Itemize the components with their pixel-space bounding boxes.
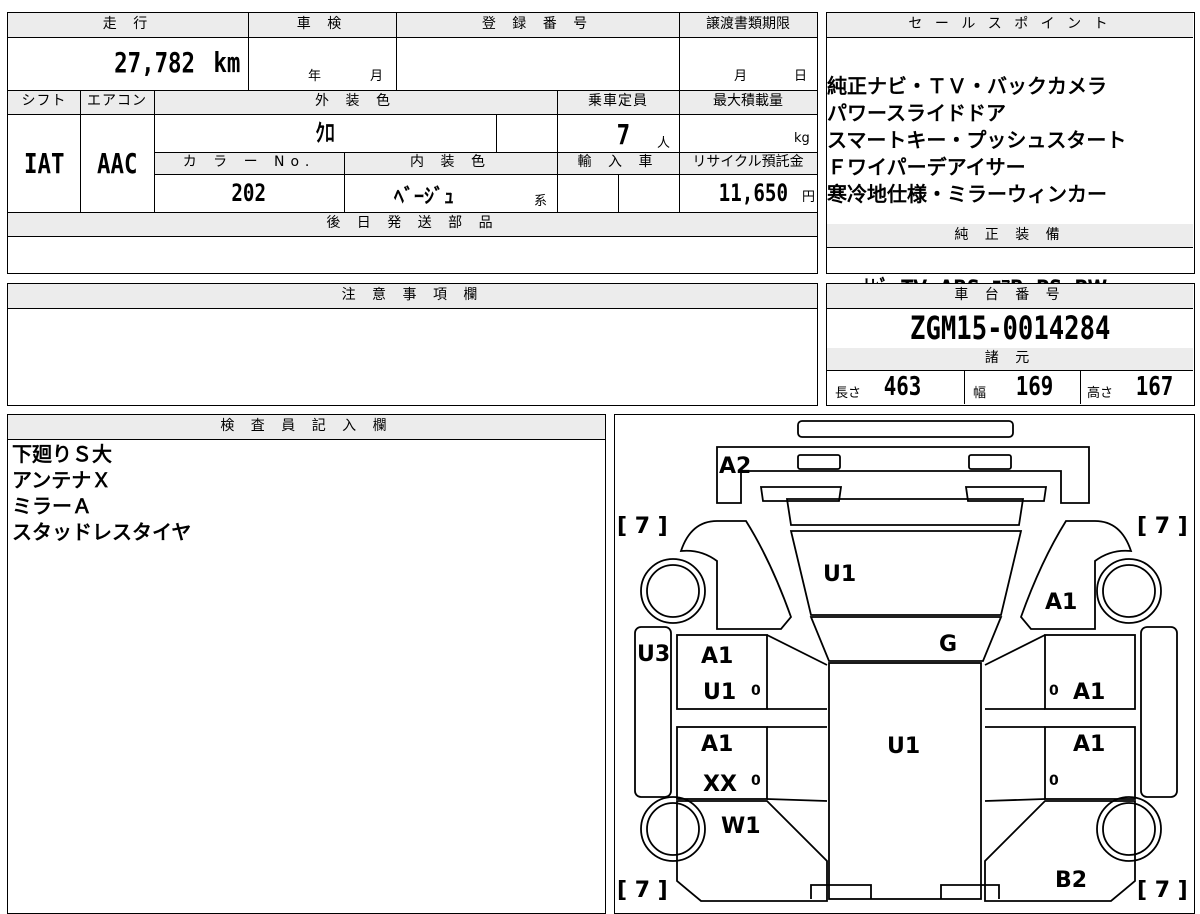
tread-mark-rear-right: [ 7 ]: [1137, 878, 1188, 903]
interior-color-value: ﾍﾞｰｼﾞｭ 系: [394, 184, 548, 209]
rear-bumper: [810, 884, 1000, 899]
sales-points-panel: セ ー ル ス ポ イ ン ト 純正ナビ・ＴＶ・バックカメラ パワースライドドア…: [826, 12, 1195, 300]
tread-mark-front-left: [ 7 ]: [617, 514, 668, 539]
wheel-front-right-inner: [1102, 564, 1156, 618]
color-no-value: 202: [231, 179, 267, 207]
color-no-header: カ ラ ー No.: [154, 152, 344, 174]
wheel-rear-left: [640, 796, 706, 862]
damage-code: A1: [1073, 732, 1105, 757]
damage-code: G: [939, 632, 957, 657]
mileage-header: 走 行: [8, 13, 248, 37]
sales-points-header: セ ー ル ス ポ イ ン ト: [827, 13, 1193, 37]
inspector-line: アンテナＸ: [12, 468, 112, 492]
capacity-value: 7 人: [616, 118, 671, 151]
inspection-year-unit: 年: [308, 69, 322, 84]
transfer-deadline-header: 譲渡書類期限: [679, 13, 817, 37]
registration-header: 登 録 番 号: [396, 13, 679, 37]
chassis-number: ZGM15-0014284: [909, 309, 1111, 347]
sales-point-line: スマートキー・プッシュスタート: [827, 128, 1127, 152]
max-load-header: 最大積載量: [679, 90, 817, 114]
damage-code: W1: [721, 814, 761, 839]
inspector-header: 検 査 員 記 入 欄: [8, 415, 605, 439]
transfer-month-unit: 月: [734, 69, 748, 84]
front-bumper-bar: [797, 420, 1014, 438]
tread-mark-rear-left: [ 7 ]: [617, 878, 668, 903]
wheel-front-right: [1096, 558, 1162, 624]
damage-code: A1: [1045, 590, 1077, 615]
later-parts-header: 後 日 発 送 部 品: [8, 212, 817, 236]
sales-point-line: 純正ナビ・ＴＶ・バックカメラ: [827, 74, 1107, 98]
chassis-panel: 車 台 番 号 ZGM15-0014284 諸 元 長さ 463 幅 169 高…: [826, 283, 1195, 406]
zero-mark: 0: [1049, 683, 1059, 699]
zero-mark: 0: [751, 773, 761, 789]
damage-code: U1: [703, 680, 736, 705]
aircon-header: エアコン: [80, 90, 154, 114]
sales-points-list: 純正ナビ・ＴＶ・バックカメラ パワースライドドア スマートキー・プッシュスタート…: [827, 73, 1193, 208]
wheel-rear-left-inner: [646, 802, 700, 856]
roof: [828, 662, 982, 900]
transfer-day-unit: 日: [794, 69, 808, 84]
inspection-header: 車 検: [248, 13, 396, 37]
hood-top: [785, 498, 1025, 526]
damage-code: U1: [823, 562, 856, 587]
damage-code: U3: [637, 642, 670, 667]
damage-code: A1: [701, 732, 733, 757]
shift-value: IAT: [23, 146, 65, 180]
spec-length: 長さ 463: [835, 372, 922, 402]
wheel-front-left-inner: [646, 564, 700, 618]
mileage-value: 27,782 km: [114, 46, 241, 79]
wheel-rear-right-inner: [1102, 802, 1156, 856]
specs-header: 諸 元: [827, 348, 1193, 370]
inspector-notes: 下廻りＳ大 アンテナＸ ミラーＡ スタッドレスタイヤ: [12, 441, 592, 545]
max-load-unit: kg: [794, 131, 810, 146]
damage-code: A1: [701, 644, 733, 669]
damage-code: A2: [719, 454, 751, 479]
zero-mark: 0: [1049, 773, 1059, 789]
damage-code: XX: [703, 772, 737, 797]
shift-header: シフト: [8, 90, 80, 114]
interior-color-header: 内 装 色: [344, 152, 557, 174]
roof-front: [809, 616, 1003, 662]
aircon-value: AAC: [96, 146, 138, 180]
wheel-rear-right: [1096, 796, 1162, 862]
right-rocker: [1140, 626, 1178, 798]
damage-code: A1: [1073, 680, 1105, 705]
hood-outline: [716, 446, 1090, 504]
recycle-header: リサイクル預託金: [679, 152, 817, 174]
spec-height: 高さ 167: [1087, 372, 1174, 402]
inspector-line: ミラーＡ: [12, 494, 92, 518]
spec-width: 幅 169: [973, 372, 1054, 402]
damage-code: B2: [1055, 868, 1087, 893]
inspector-panel: 検 査 員 記 入 欄 下廻りＳ大 アンテナＸ ミラーＡ スタッドレスタイヤ: [7, 414, 606, 914]
inspector-line: 下廻りＳ大: [12, 442, 112, 466]
equipment-value: ﾅﾋﾞ TV ABS ｴｱB PS PW: [837, 243, 1140, 300]
capacity-header: 乗車定員: [557, 90, 679, 114]
left-pillar: [766, 634, 828, 802]
sales-point-line: 寒冷地仕様・ミラーウィンカー: [827, 182, 1107, 206]
recycle-value: 11,650 円: [718, 179, 815, 207]
notes-panel: 注 意 事 項 欄: [7, 283, 818, 406]
headlight-left: [797, 454, 841, 470]
vehicle-diagram: [ 7 ] [ 7 ] [ 7 ] [ 7 ] A2 U1 A1 G U3 A1…: [617, 420, 1188, 903]
import-header: 輸 入 車: [557, 152, 679, 174]
sales-point-line: パワースライドドア: [827, 101, 1006, 125]
wheel-front-left: [640, 558, 706, 624]
inspection-month-unit: 月: [370, 69, 384, 84]
exterior-color-header: 外 装 色: [154, 90, 557, 114]
later-parts-value: [8, 236, 817, 272]
headlight-right: [968, 454, 1012, 470]
right-pillar: [984, 634, 1046, 802]
tread-mark-front-right: [ 7 ]: [1137, 514, 1188, 539]
chassis-header: 車 台 番 号: [827, 284, 1193, 308]
zero-mark: 0: [751, 683, 761, 699]
sales-point-line: Ｆワイパーデアイサー: [827, 155, 1026, 179]
inspector-line: スタッドレスタイヤ: [12, 520, 192, 544]
notes-header: 注 意 事 項 欄: [8, 284, 817, 308]
exterior-color-value: ｸﾛ: [315, 119, 335, 147]
damage-diagram-panel: [ 7 ] [ 7 ] [ 7 ] [ 7 ] A2 U1 A1 G U3 A1…: [614, 414, 1195, 914]
vehicle-info-table: 走 行 車 検 登 録 番 号 譲渡書類期限 27,782 km 年 月 月 日…: [7, 12, 818, 274]
damage-code: U1: [887, 734, 920, 759]
